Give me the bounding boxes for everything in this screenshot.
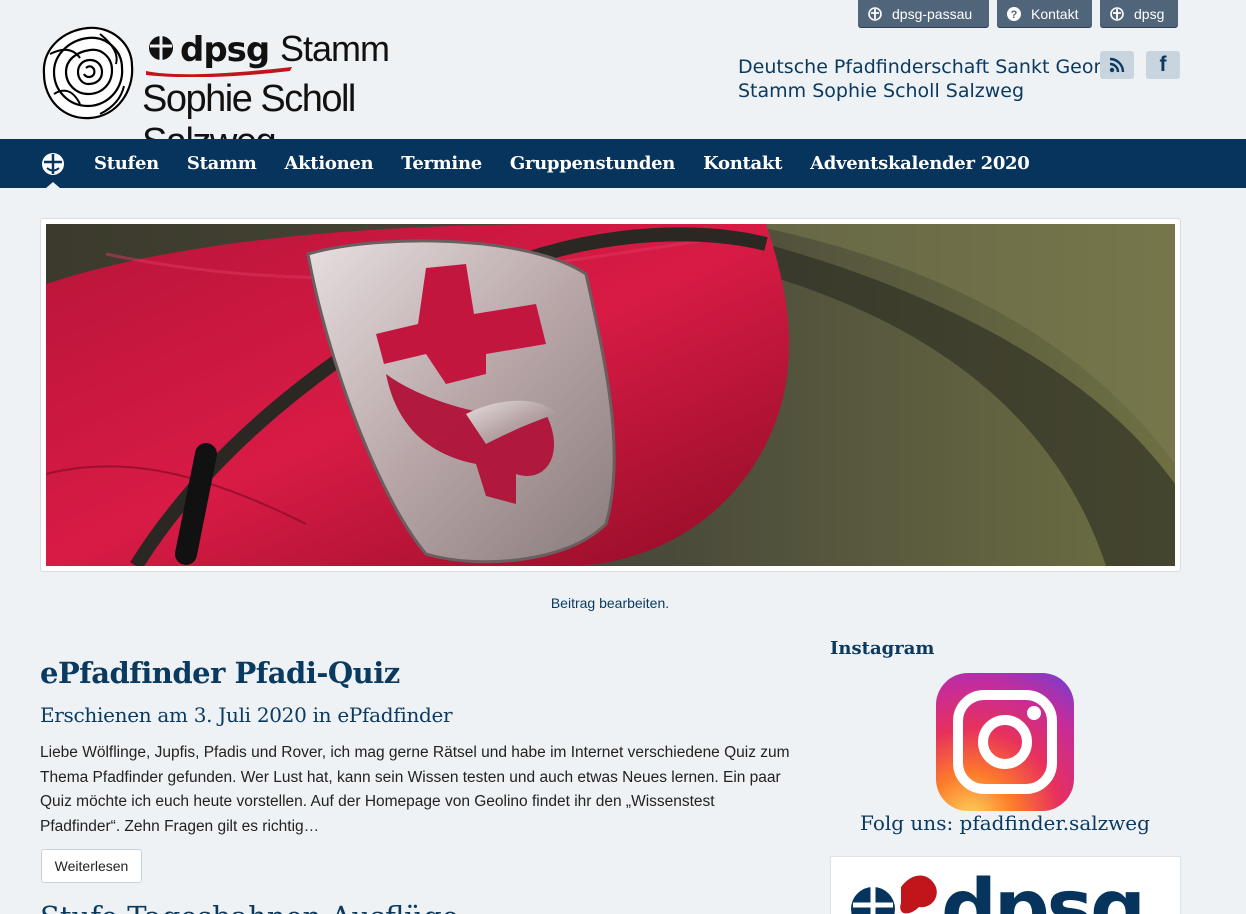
lily-icon [868,6,882,21]
tagline-line-2: Stamm Sophie Scholl Salzweg [738,80,1025,102]
edit-post-link[interactable]: Beitrag bearbeiten. [0,595,1220,611]
nav-item-gruppenstunden[interactable]: Gruppenstunden [510,153,676,174]
social-links: f [1100,51,1180,79]
instagram-follow-link[interactable]: Folg uns: pfadfinder.salzweg [830,811,1180,835]
article-excerpt: Liebe Wölflinge, Jupfis, Pfadis und Rove… [40,744,790,835]
sidebar-heading-instagram: Instagram [830,638,935,659]
top-link-kontakt[interactable]: ? Kontakt [997,0,1092,27]
main-nav: Stufen Stamm Aktionen Termine Gruppenstu… [0,139,1246,188]
nav-item-stufen[interactable]: Stufen [94,153,159,174]
top-link-label: dpsg-passau [892,5,973,22]
header-banner [40,218,1181,572]
question-icon: ? [1007,6,1021,21]
top-links: dpsg-passau ? Kontakt dpsg [858,0,1178,27]
logo-brand: dpsg [180,30,270,70]
article-title[interactable]: ePfadfinder Pfadi-Quiz [40,656,400,690]
dpsg-logo: dpsg [851,864,1146,914]
red-swash [146,67,292,77]
nav-item-kontakt[interactable]: Kontakt [703,153,782,174]
facebook-button[interactable]: f [1146,51,1180,79]
next-article-title[interactable]: Stufe Tagesbahnen Ausflüge [40,900,459,914]
banner-image [46,224,1175,566]
top-link-dpsg-passau[interactable]: dpsg-passau [858,0,989,27]
home-lily-icon[interactable] [40,151,66,177]
facebook-icon: f [1159,53,1167,76]
site-tagline: Deutsche Pfadfinderschaft Sankt Georg St… [738,55,1113,103]
nav-item-aktionen[interactable]: Aktionen [284,153,373,174]
svg-text:dpsg: dpsg [941,864,1143,914]
nav-active-caret [46,182,60,188]
lily-icon [149,34,173,62]
logo-stamm: Stamm [280,28,390,69]
instagram-icon[interactable] [936,673,1074,811]
rose-icon [42,26,134,120]
nav-item-stamm[interactable]: Stamm [187,153,257,174]
svg-text:?: ? [1011,9,1018,21]
tagline-line-1: Deutsche Pfadfinderschaft Sankt Georg [738,56,1114,78]
nav-item-adventskalender[interactable]: Adventskalender 2020 [810,153,1030,174]
nav-item-termine[interactable]: Termine [401,153,482,174]
site-logo[interactable]: dpsg Stamm Sophie Scholl Salzweg [40,24,440,163]
article-meta: Erschienen am 3. Juli 2020 in ePfadfinde… [40,703,453,727]
lily-icon [1110,6,1124,21]
read-more-button[interactable]: Weiterlesen [41,849,142,883]
rss-icon [1109,57,1125,73]
rss-button[interactable] [1100,51,1134,79]
top-link-dpsg[interactable]: dpsg [1100,0,1178,27]
dpsg-banner[interactable]: dpsg [830,856,1181,914]
top-link-label: Kontakt [1031,5,1079,22]
top-link-label: dpsg [1134,5,1165,22]
